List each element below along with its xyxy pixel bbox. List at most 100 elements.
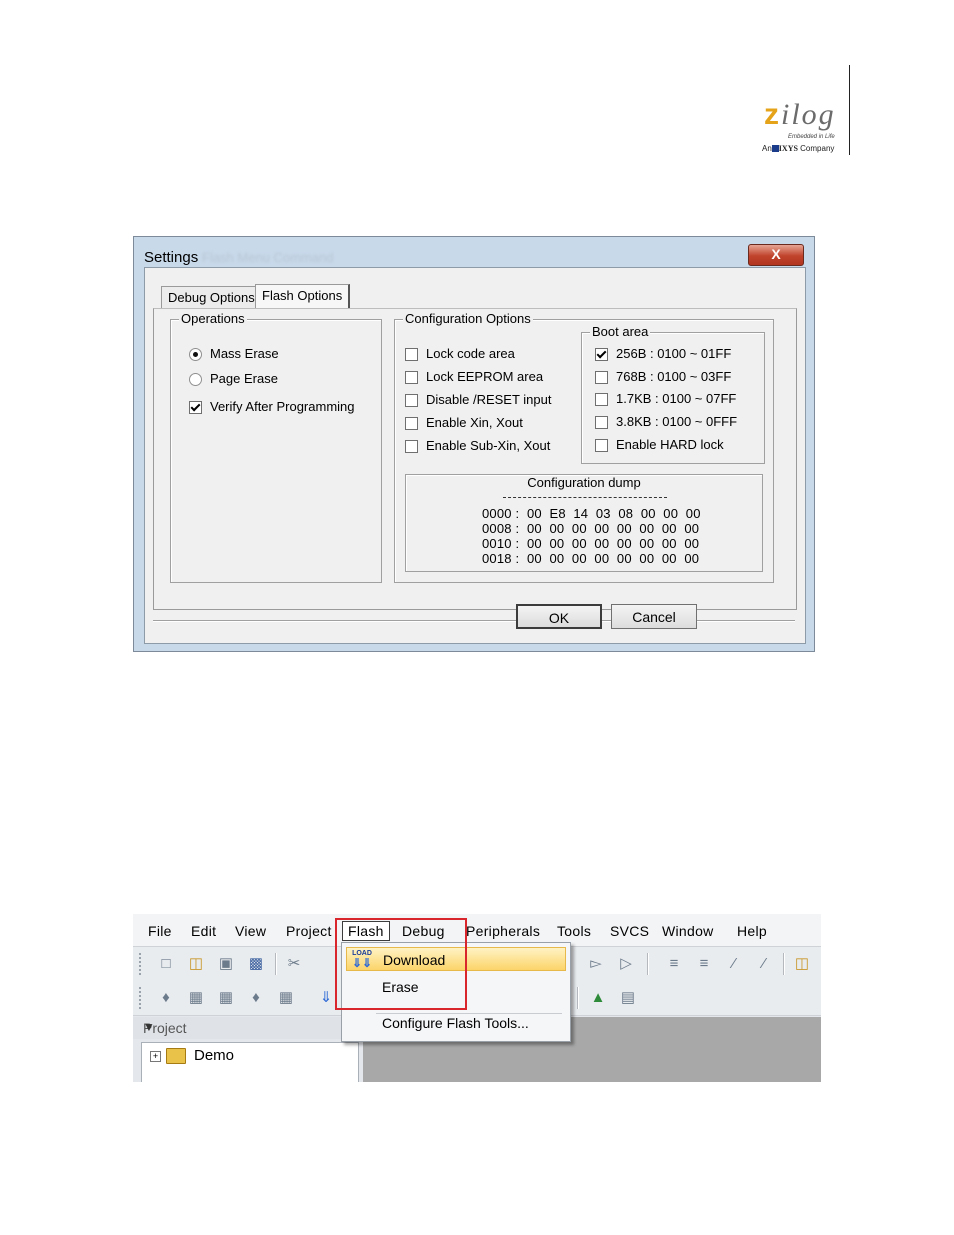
menu-view[interactable]: View: [235, 923, 266, 939]
mass-erase-radio[interactable]: Mass Erase: [189, 346, 279, 362]
menu-file[interactable]: File: [148, 923, 172, 939]
disable-reset-input-checkbox[interactable]: Disable /RESET input: [405, 392, 552, 408]
menu-window[interactable]: Window: [662, 923, 714, 939]
checkbox-icon: [405, 416, 418, 430]
new-file-icon[interactable]: □: [157, 955, 175, 973]
uncomment-icon[interactable]: ⁄: [755, 955, 773, 973]
tab-debug-options[interactable]: Debug Options: [161, 286, 262, 308]
checkbox-icon: [595, 370, 608, 384]
dump-divider: [503, 497, 667, 498]
menu-edit[interactable]: Edit: [191, 923, 216, 939]
lock-eeprom-area-checkbox[interactable]: Lock EEPROM area: [405, 369, 543, 385]
checkbox-checked-icon: [189, 400, 202, 414]
folder-icon: [166, 1048, 186, 1064]
configuration-options-group: Configuration Options Lock code area Loc…: [394, 311, 774, 583]
ide-window: File Edit View Project Flash Debug Perip…: [133, 914, 821, 1082]
configuration-options-title: Configuration Options: [403, 311, 533, 327]
tree-item-demo[interactable]: Demo: [194, 1047, 234, 1064]
menu-project[interactable]: Project: [286, 923, 332, 939]
menu-item-configure-flash-tools[interactable]: Configure Flash Tools...: [346, 1011, 566, 1035]
dialog-title-ghost: Flash Menu Command: [202, 250, 334, 265]
operations-group: Operations Mass Erase Page Erase Verify …: [170, 311, 382, 583]
toolbar-grip[interactable]: [139, 987, 144, 1009]
zilog-logo: zilog Embedded in Life An IXYS Company: [760, 100, 850, 160]
close-icon: X: [771, 246, 781, 262]
save-icon[interactable]: ▣: [217, 955, 235, 973]
open-file-icon[interactable]: ◫: [793, 955, 811, 973]
batch-build-icon[interactable]: ♦: [247, 989, 265, 1007]
tab-panel: Operations Mass Erase Page Erase Verify …: [153, 308, 797, 610]
tab-flash-options[interactable]: Flash Options: [255, 284, 351, 309]
toolbar-separator: [783, 953, 785, 975]
checkbox-icon: [405, 439, 418, 453]
enable-hard-lock-checkbox[interactable]: Enable HARD lock: [595, 437, 724, 453]
manage-components-icon[interactable]: ▲: [589, 989, 607, 1007]
operations-title: Operations: [179, 311, 247, 327]
configuration-dump-title: Configuration dump: [527, 475, 641, 490]
enable-xin-xout-checkbox[interactable]: Enable Xin, Xout: [405, 415, 523, 431]
close-button[interactable]: X: [748, 244, 804, 266]
ok-button[interactable]: OK: [516, 604, 602, 629]
checkbox-icon: [595, 392, 608, 406]
boot-3-8kb-checkbox[interactable]: 3.8KB : 0100 ~ 0FFF: [595, 414, 737, 430]
translate-icon[interactable]: ♦: [157, 989, 175, 1007]
build-icon[interactable]: ▦: [187, 989, 205, 1007]
menu-peripherals[interactable]: Peripherals: [466, 923, 540, 939]
configuration-dump-box: Configuration dump 0000 : 00 E8 14 03 08…: [405, 474, 763, 572]
checkbox-checked-icon: [595, 347, 608, 361]
toolbar-separator: [577, 987, 579, 1009]
ixys-square-icon: [771, 145, 779, 152]
cut-icon[interactable]: ✂: [285, 955, 303, 973]
menu-tools[interactable]: Tools: [557, 923, 591, 939]
dump-line: 0008 : 00 00 00 00 00 00 00 00: [482, 521, 700, 536]
dialog-body: Debug Options Flash Options Operations M…: [144, 267, 806, 644]
checkbox-icon: [595, 415, 608, 429]
toolbar-separator: [647, 953, 649, 975]
toolbar-separator: [275, 953, 277, 975]
highlight-box: [335, 918, 467, 1010]
boot-768b-checkbox[interactable]: 768B : 0100 ~ 03FF: [595, 369, 731, 385]
manage-packs-icon[interactable]: ▤: [619, 989, 637, 1007]
bookmark-icon[interactable]: ▻: [587, 955, 605, 973]
outdent-icon[interactable]: ≡: [695, 955, 713, 973]
dump-line: 0018 : 00 00 00 00 00 00 00 00: [482, 551, 700, 566]
comment-icon[interactable]: ⁄: [725, 955, 743, 973]
expand-plus-icon[interactable]: +: [150, 1051, 161, 1062]
radio-icon: [189, 372, 202, 386]
radio-selected-icon: [189, 347, 202, 361]
checkbox-icon: [405, 347, 418, 361]
save-all-icon[interactable]: ▩: [247, 955, 265, 973]
menu-svcs[interactable]: SVCS: [610, 923, 649, 939]
open-folder-icon[interactable]: ◫: [187, 955, 205, 973]
stop-build-icon[interactable]: ▦: [277, 989, 295, 1007]
logo-company: An IXYS Company: [762, 144, 835, 153]
checkbox-icon: [595, 438, 608, 452]
menu-help[interactable]: Help: [737, 923, 767, 939]
dialog-title: Settings: [144, 249, 199, 266]
project-panel-header: Project ▼: [133, 1017, 343, 1039]
indent-icon[interactable]: ≡: [665, 955, 683, 973]
settings-dialog: Settings Flash Menu Command X Debug Opti…: [133, 236, 815, 652]
load-download-icon[interactable]: ⇓: [317, 989, 335, 1007]
logo-wordmark: zilog: [764, 98, 836, 131]
rebuild-icon[interactable]: ▦: [217, 989, 235, 1007]
toolbar-grip[interactable]: [139, 953, 144, 975]
lock-code-area-checkbox[interactable]: Lock code area: [405, 346, 515, 362]
button-separator: [153, 620, 795, 622]
project-tree: + Demo: [141, 1042, 359, 1082]
enable-sub-xin-xout-checkbox[interactable]: Enable Sub-Xin, Xout: [405, 438, 550, 454]
boot-1-7kb-checkbox[interactable]: 1.7KB : 0100 ~ 07FF: [595, 391, 736, 407]
page-erase-radio[interactable]: Page Erase: [189, 371, 278, 387]
dump-line: 0000 : 00 E8 14 03 08 00 00 00: [482, 506, 701, 521]
cancel-button[interactable]: Cancel: [611, 604, 697, 629]
boot-256b-checkbox[interactable]: 256B : 0100 ~ 01FF: [595, 346, 731, 362]
bookmark-prev-icon[interactable]: ▷: [617, 955, 635, 973]
pin-icon[interactable]: ▼: [143, 1020, 155, 1034]
logo-tagline: Embedded in Life: [788, 134, 835, 140]
checkbox-icon: [405, 370, 418, 384]
verify-after-programming-checkbox[interactable]: Verify After Programming: [189, 399, 355, 415]
boot-area-title: Boot area: [590, 324, 651, 340]
boot-area-group: Boot area 256B : 0100 ~ 01FF 768B : 0100…: [581, 324, 765, 464]
checkbox-icon: [405, 393, 418, 407]
dump-line: 0010 : 00 00 00 00 00 00 00 00: [482, 536, 700, 551]
